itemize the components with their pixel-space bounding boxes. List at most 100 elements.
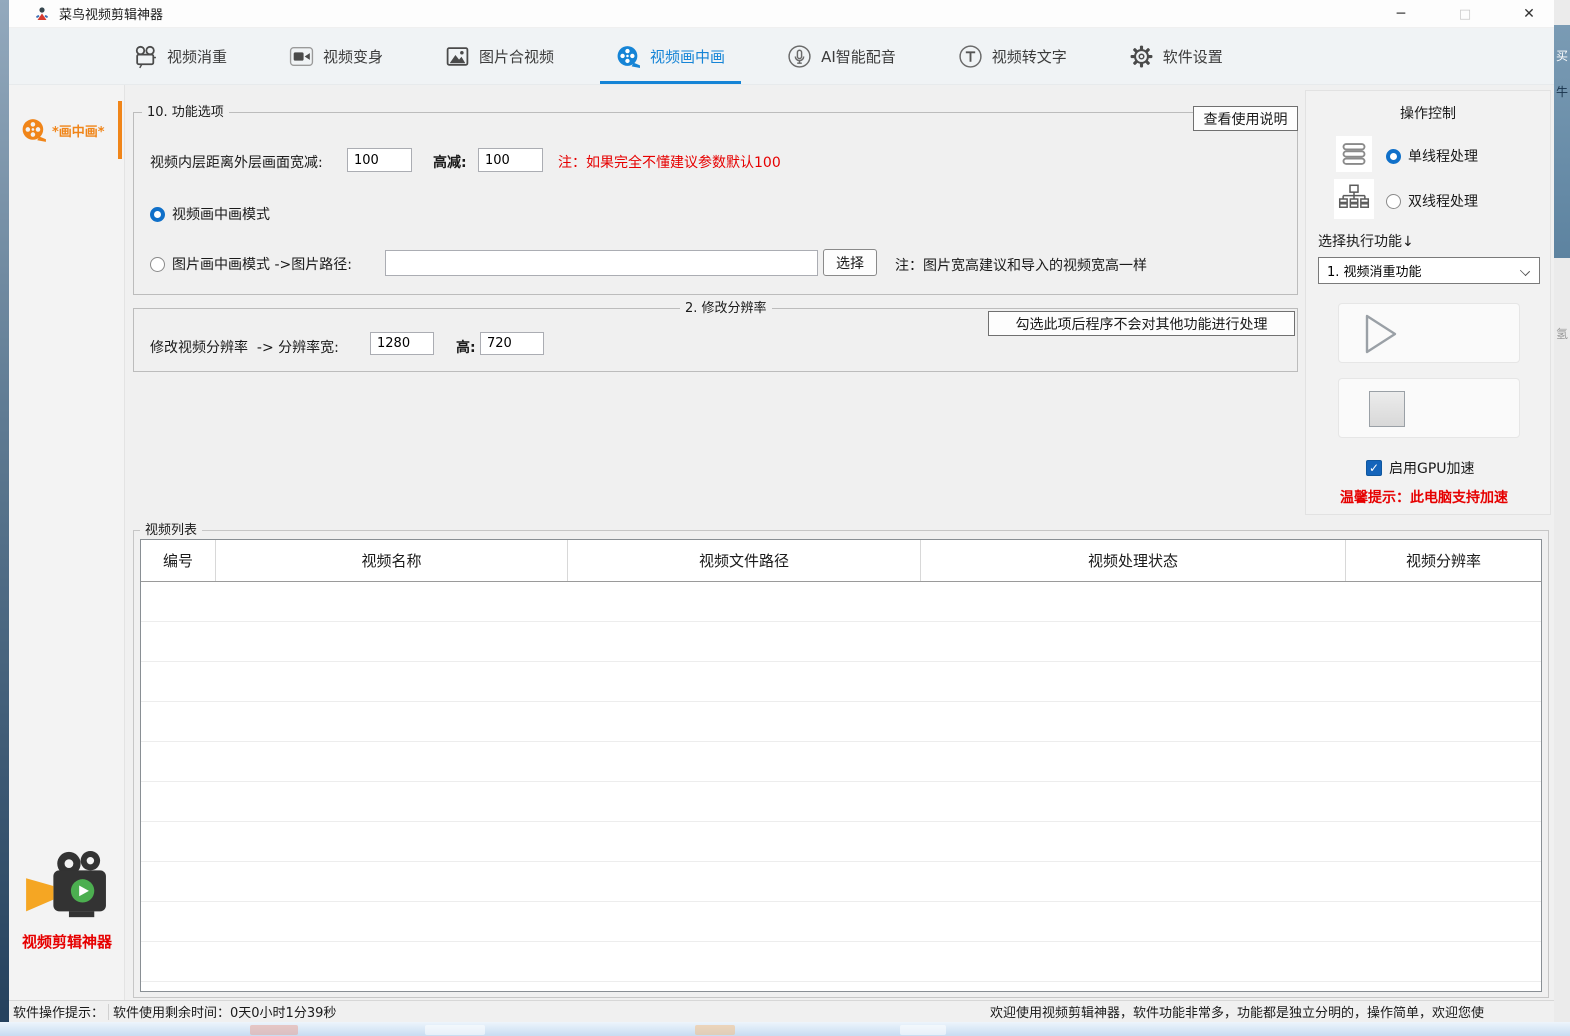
tab-picture-to-video[interactable]: 图片合视频 bbox=[439, 28, 560, 84]
taskbar-hint bbox=[695, 1025, 735, 1035]
radio-on-icon bbox=[1386, 149, 1401, 164]
column-header: 视频处理状态 bbox=[921, 540, 1346, 581]
resolution-label: 修改视频分辨率 -> 分辨率宽: bbox=[150, 337, 339, 357]
select-function-label: 选择执行功能↓ bbox=[1318, 231, 1414, 251]
tab-label: 视频变身 bbox=[323, 46, 383, 67]
radio-label: 双线程处理 bbox=[1408, 191, 1478, 211]
background-window-sliver: 买 牛 氢 bbox=[1554, 0, 1570, 1022]
tab-video-transform[interactable]: 视频变身 bbox=[283, 28, 389, 84]
app-window: 菜鸟视频剪辑神器 ─ □ ✕ 视频消重 视频变身 bbox=[9, 0, 1554, 1022]
tab-label: 视频画中画 bbox=[650, 46, 725, 67]
checkbox-checked-icon: ✓ bbox=[1366, 460, 1382, 476]
column-header: 视频分辨率 bbox=[1346, 540, 1541, 581]
radio-single-thread[interactable]: 单线程处理 bbox=[1386, 146, 1478, 166]
clipped-text-fragment: 氢 bbox=[1556, 325, 1568, 342]
control-panel-title: 操作控制 bbox=[1306, 103, 1550, 123]
tab-video-to-text[interactable]: 视频转文字 bbox=[952, 28, 1073, 84]
dual-thread-icon bbox=[1334, 179, 1374, 219]
close-button[interactable]: ✕ bbox=[1518, 6, 1540, 22]
tab-bar: 视频消重 视频变身 图片合视频 bbox=[9, 28, 1554, 85]
group-legend: 2. 修改分辨率 bbox=[680, 300, 772, 317]
radio-dual-thread[interactable]: 双线程处理 bbox=[1386, 191, 1478, 211]
play-icon bbox=[1363, 312, 1399, 356]
text-circle-icon bbox=[958, 44, 983, 69]
clipped-text-fragment: 买 bbox=[1556, 47, 1568, 64]
stop-icon bbox=[1369, 391, 1405, 427]
radio-label: 图片画中画模式 ->图片路径: bbox=[172, 254, 352, 274]
window-title: 菜鸟视频剪辑神器 bbox=[59, 4, 163, 23]
radio-image-pip-mode[interactable]: 图片画中画模式 ->图片路径: bbox=[150, 254, 352, 274]
column-header: 编号 bbox=[141, 540, 216, 581]
radio-video-pip-mode[interactable]: 视频画中画模式 bbox=[150, 204, 270, 224]
choose-button[interactable]: 选择 bbox=[823, 249, 877, 276]
video-list-table[interactable]: 编号 视频名称 视频文件路径 视频处理状态 视频分辨率 bbox=[140, 539, 1542, 992]
status-welcome-message: 欢迎使用视频剪辑神器，软件功能非常多，功能都是独立分明的，操作简单，欢迎您使 bbox=[990, 1002, 1550, 1021]
resolution-height-input[interactable] bbox=[480, 332, 544, 355]
film-reel-icon bbox=[616, 44, 641, 69]
tab-ai-voiceover[interactable]: AI智能配音 bbox=[781, 28, 902, 84]
logo-caption: 视频剪辑神器 bbox=[9, 931, 125, 952]
sidebar-item-pip[interactable]: *画中画* bbox=[9, 101, 124, 159]
movie-camera-icon bbox=[133, 44, 158, 69]
maximize-button[interactable]: □ bbox=[1454, 7, 1476, 22]
inner-width-input[interactable] bbox=[347, 148, 412, 172]
microphone-icon bbox=[787, 44, 812, 69]
taskbar-hint bbox=[425, 1025, 485, 1035]
control-panel: 操作控制 单线程处理 双线程处理 选择执行功能↓ bbox=[1305, 90, 1551, 515]
tab-video-pip[interactable]: 视频画中画 bbox=[610, 28, 731, 84]
active-indicator bbox=[118, 101, 122, 159]
table-row bbox=[141, 582, 1541, 622]
taskbar-hint bbox=[250, 1025, 298, 1035]
minimize-button[interactable]: ─ bbox=[1390, 6, 1412, 22]
table-row bbox=[141, 622, 1541, 662]
titlebar: 菜鸟视频剪辑神器 ─ □ ✕ bbox=[9, 0, 1554, 28]
gear-icon bbox=[1129, 44, 1154, 69]
tab-settings[interactable]: 软件设置 bbox=[1123, 28, 1229, 84]
help-button[interactable]: 查看使用说明 bbox=[1193, 106, 1298, 131]
inner-height-label: 高减: bbox=[433, 152, 467, 172]
camera-logo-icon bbox=[24, 849, 110, 923]
exclusive-mode-button[interactable]: 勾选此项后程序不会对其他功能进行处理 bbox=[988, 311, 1295, 336]
picture-icon bbox=[445, 44, 470, 69]
inner-width-label: 视频内层距离外层画面宽减: bbox=[150, 152, 323, 172]
status-time-remaining: 软件使用剩余时间：0天0小时1分39秒 bbox=[113, 1002, 336, 1021]
table-row bbox=[141, 702, 1541, 742]
stop-button[interactable] bbox=[1338, 378, 1520, 438]
tab-label: 图片合视频 bbox=[479, 46, 554, 67]
group-legend: 10. 功能选项 bbox=[142, 104, 229, 121]
gpu-checkbox[interactable]: ✓ 启用GPU加速 bbox=[1366, 458, 1475, 478]
selected-option: 1. 视频消重功能 bbox=[1327, 261, 1422, 280]
tab-label: 软件设置 bbox=[1163, 46, 1223, 67]
inner-height-input[interactable] bbox=[478, 148, 543, 172]
app-logo: 视频剪辑神器 bbox=[9, 849, 125, 952]
radio-off-icon bbox=[150, 257, 165, 272]
tab-label: AI智能配音 bbox=[821, 46, 896, 67]
table-row bbox=[141, 782, 1541, 822]
image-size-note: 注：图片宽高建议和导入的视频宽高一样 bbox=[895, 255, 1147, 275]
radio-label: 视频画中画模式 bbox=[172, 204, 270, 224]
image-path-input[interactable] bbox=[385, 250, 818, 276]
radio-label: 单线程处理 bbox=[1408, 146, 1478, 166]
gpu-label: 启用GPU加速 bbox=[1389, 458, 1475, 478]
taskbar-hint bbox=[900, 1025, 946, 1035]
function-select[interactable]: 1. 视频消重功能 bbox=[1318, 257, 1540, 284]
sidebar: *画中画* 视频剪辑神器 bbox=[9, 85, 125, 1000]
tab-video-dedupe[interactable]: 视频消重 bbox=[127, 28, 233, 84]
chevron-down-icon bbox=[1520, 266, 1530, 276]
table-row bbox=[141, 662, 1541, 702]
video-camera-icon bbox=[289, 44, 314, 69]
sidebar-item-label: *画中画* bbox=[52, 121, 105, 140]
column-header: 视频文件路径 bbox=[568, 540, 921, 581]
default-note: 注：如果完全不懂建议参数默认100 bbox=[558, 152, 781, 172]
group-legend: 视频列表 bbox=[140, 522, 202, 539]
status-left-label: 软件操作提示： bbox=[9, 1002, 104, 1021]
film-reel-icon bbox=[21, 117, 47, 143]
table-row bbox=[141, 902, 1541, 942]
table-row bbox=[141, 862, 1541, 902]
resolution-height-label: 高: bbox=[456, 337, 476, 357]
tab-label: 视频消重 bbox=[167, 46, 227, 67]
app-logo-icon bbox=[34, 6, 50, 22]
start-button[interactable] bbox=[1338, 303, 1520, 363]
gpu-support-note: 温馨提示：此电脑支持加速 bbox=[1306, 487, 1542, 507]
resolution-width-input[interactable] bbox=[370, 332, 434, 355]
